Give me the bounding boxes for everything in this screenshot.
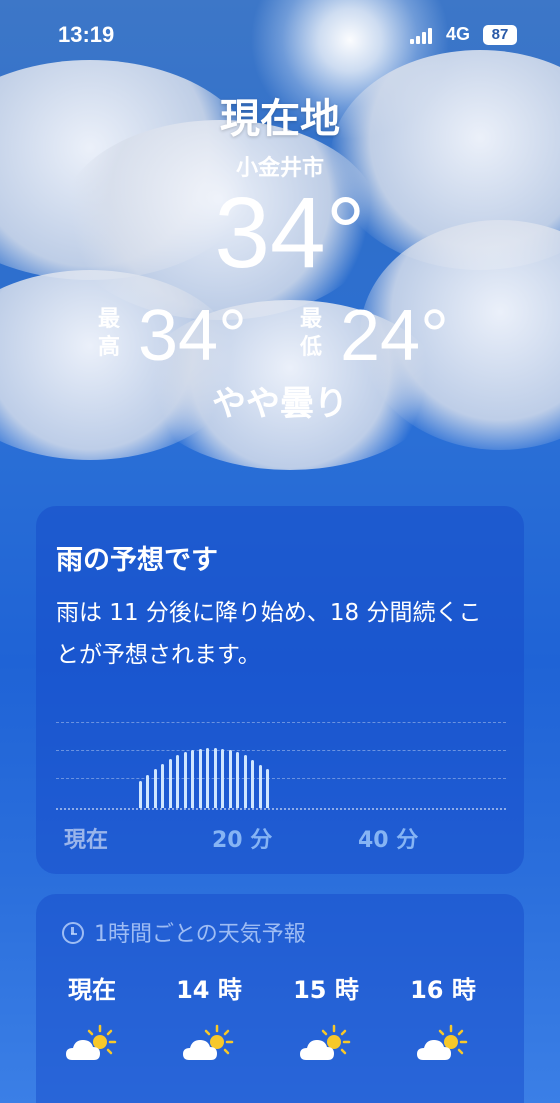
status-time: 13:19 [58, 22, 115, 47]
hourly-card-title: 1時間ごとの天気予報 [94, 922, 306, 947]
precipitation-bar [153, 769, 157, 808]
rain-forecast-card[interactable]: 雨の予想です 雨は 11 分後に降り始め、18 分間続くことが予想されます。 現… [36, 506, 524, 874]
precipitation-bar [236, 752, 239, 808]
hour-label: 16 時 [410, 976, 476, 1004]
cellular-signal-icon [410, 28, 438, 44]
hourly-forecast-card[interactable]: 1時間ごとの天気予報 現在 14 時 15 時 16 時 [36, 894, 524, 1103]
location-title: 現在地 [220, 96, 340, 142]
high-temperature: 最高 34° [98, 296, 298, 376]
precipitation-bar [168, 758, 172, 808]
x-tick-40: 40 分 [358, 828, 419, 853]
precipitation-bar [146, 775, 149, 808]
chart-gridline [56, 722, 506, 723]
precipitation-bar [228, 750, 232, 808]
chart-gridline [56, 750, 506, 751]
network-type: 4G [446, 24, 471, 44]
precipitation-bar [198, 749, 202, 808]
chart-baseline [56, 808, 506, 810]
status-bar: 13:19 4G 87 [0, 0, 560, 70]
battery-icon: 87 [483, 25, 517, 45]
precipitation-bar [221, 749, 224, 808]
chart-gridline [56, 778, 506, 779]
x-tick-now: 現在 [64, 828, 109, 853]
precipitation-bar [266, 769, 269, 808]
hour-label: 14 時 [176, 976, 242, 1004]
precipitation-bar [138, 781, 142, 808]
hour-label: 15 時 [293, 976, 359, 1004]
low-temperature: 最低 24° [300, 296, 500, 376]
partly-cloudy-sun-icon [62, 1022, 122, 1066]
precipitation-bar [191, 750, 194, 808]
partly-cloudy-sun-icon [296, 1022, 356, 1066]
low-value: 24° [340, 296, 449, 376]
precipitation-bar [213, 748, 217, 808]
low-label: 最低 [300, 307, 323, 360]
high-value: 34° [138, 296, 247, 376]
precipitation-chart [56, 716, 506, 812]
precipitation-bar [183, 752, 187, 808]
hour-label: 現在 [68, 976, 116, 1004]
precipitation-bar [243, 755, 247, 808]
precipitation-bar [206, 748, 209, 808]
clock-icon [62, 922, 84, 944]
rain-card-title: 雨の予想です [56, 545, 218, 576]
hourly-card-header: 1時間ごとの天気予報 [62, 916, 306, 948]
partly-cloudy-sun-icon [413, 1022, 473, 1066]
partly-cloudy-sun-icon [179, 1022, 239, 1066]
x-tick-20: 20 分 [212, 828, 273, 853]
precipitation-bar [251, 760, 254, 808]
precipitation-bar [161, 763, 164, 808]
weather-condition: やや曇り [212, 384, 348, 424]
precipitation-bar [176, 755, 179, 808]
rain-card-description: 雨は 11 分後に降り始め、18 分間続くことが予想されます。 [56, 600, 482, 668]
precipitation-bar [258, 764, 262, 808]
current-temperature: 34° [214, 177, 366, 289]
high-label: 最高 [98, 307, 121, 360]
